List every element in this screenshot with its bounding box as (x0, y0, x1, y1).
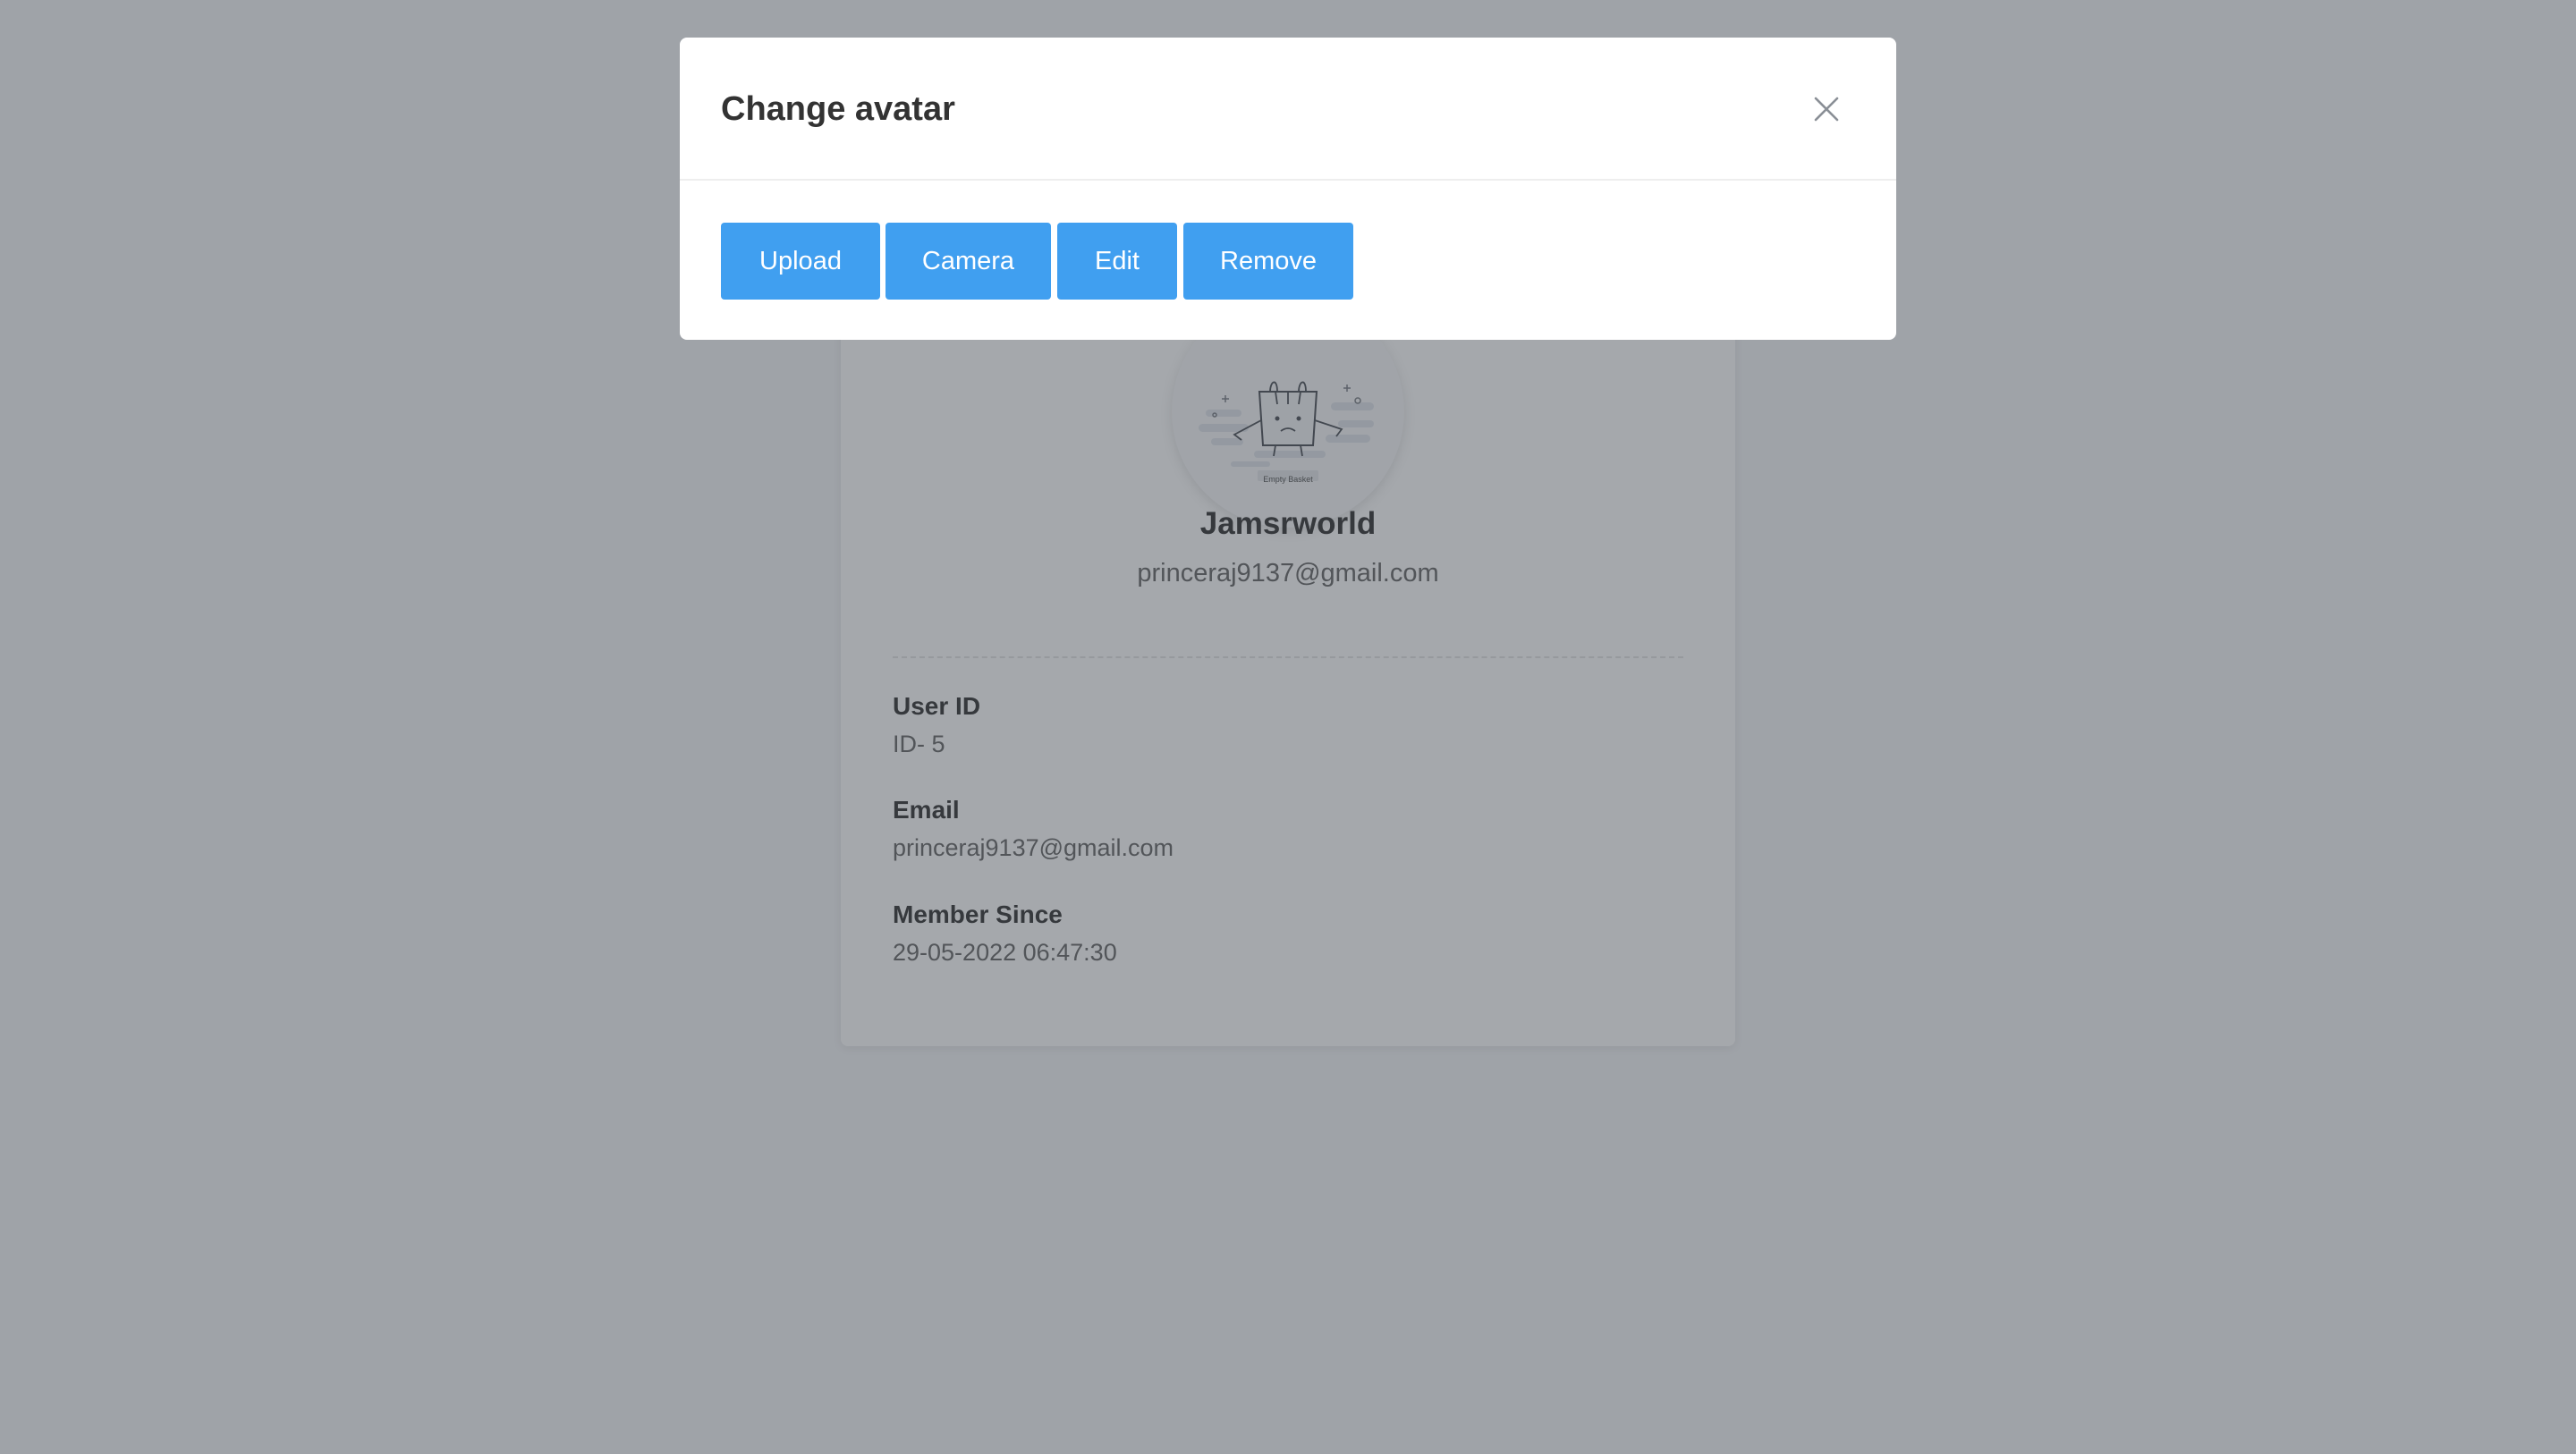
change-avatar-modal: Change avatar Upload Camera Edit Remove (680, 38, 1896, 340)
modal-header: Change avatar (680, 38, 1896, 181)
close-icon (1814, 97, 1839, 122)
edit-button[interactable]: Edit (1057, 223, 1177, 300)
close-button[interactable] (1805, 88, 1848, 131)
camera-button[interactable]: Camera (886, 223, 1051, 300)
remove-button[interactable]: Remove (1183, 223, 1353, 300)
upload-button[interactable]: Upload (721, 223, 880, 300)
modal-title: Change avatar (721, 90, 955, 128)
